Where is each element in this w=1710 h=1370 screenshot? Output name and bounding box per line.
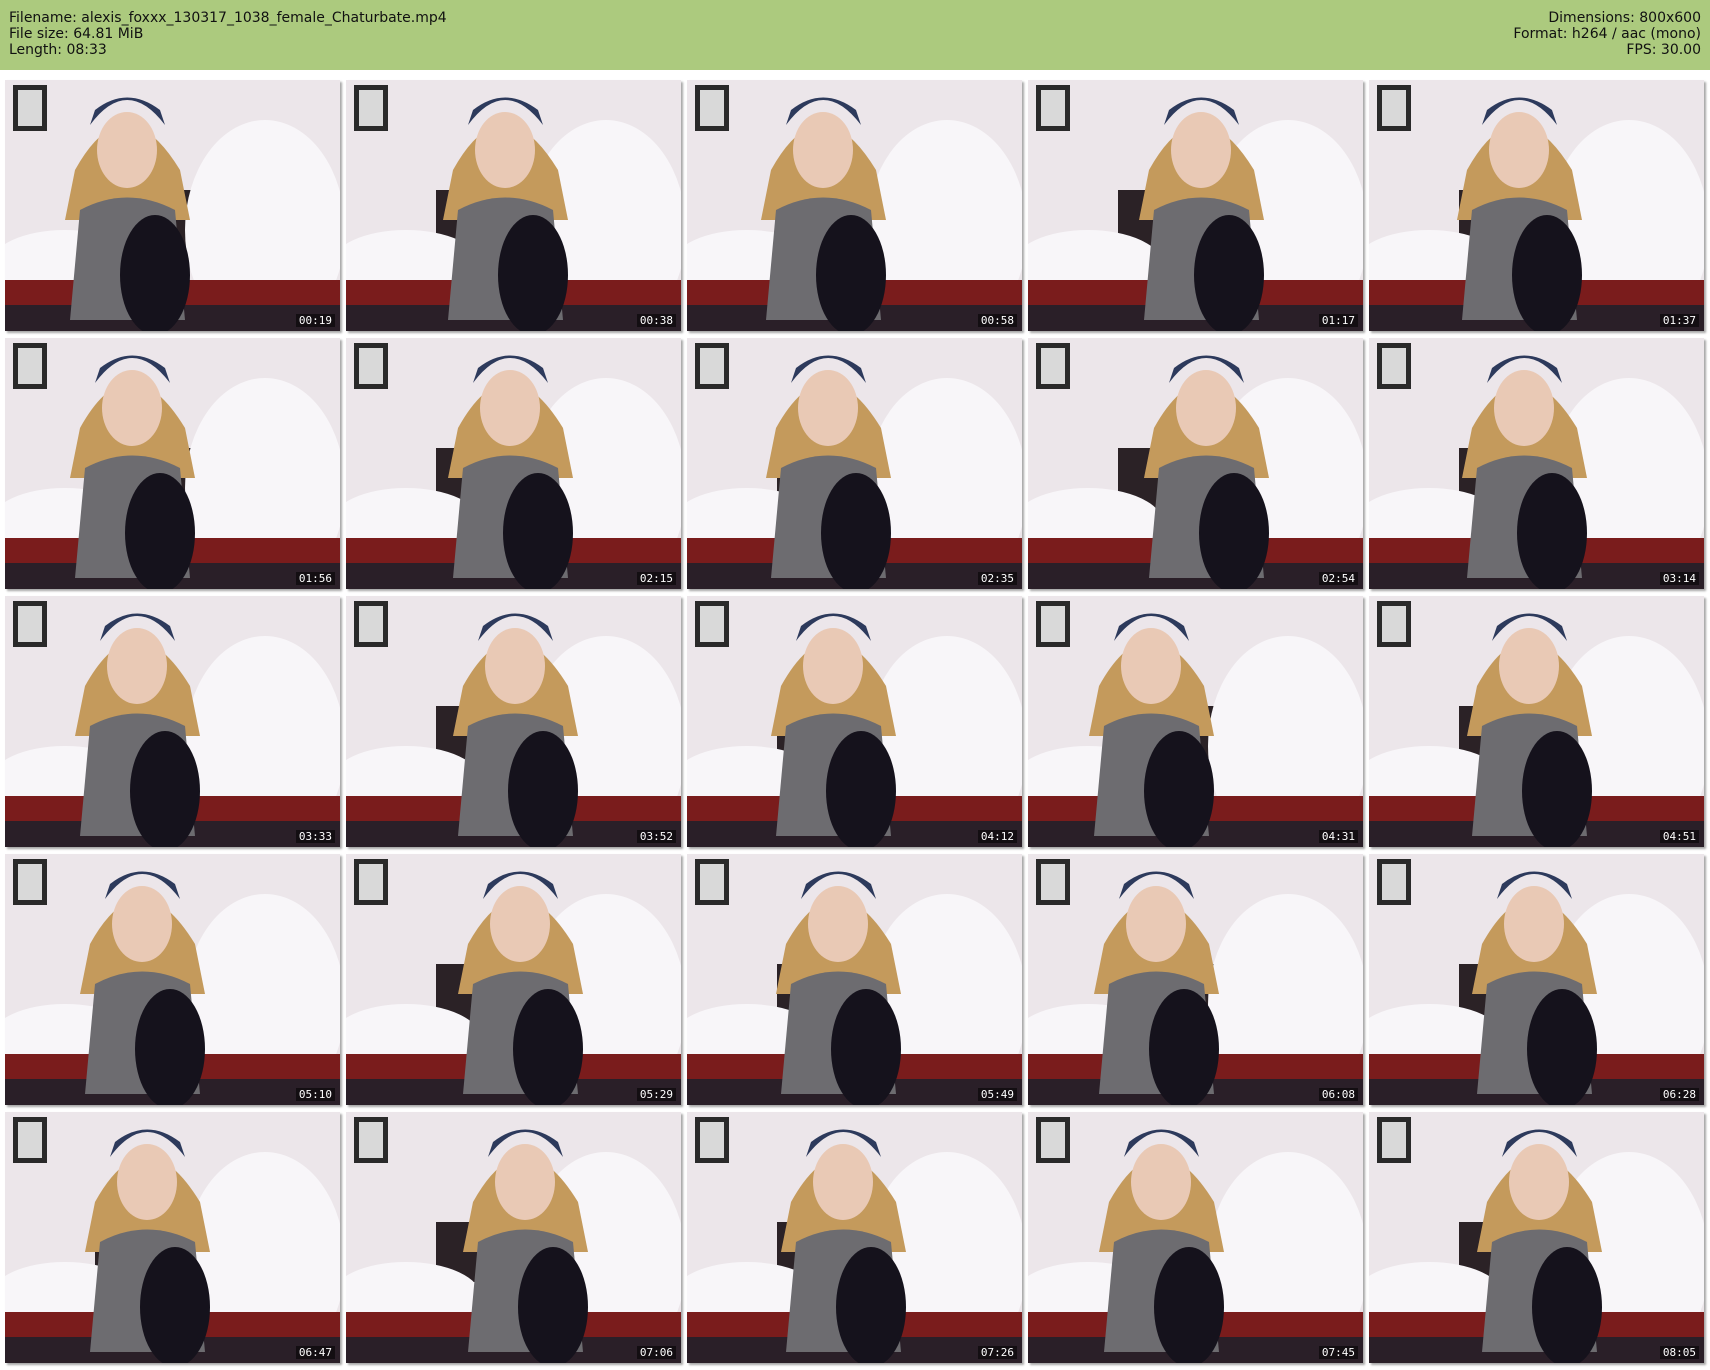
length-label: Length: 08:33: [9, 42, 107, 58]
video-thumbnail[interactable]: 07:45: [1028, 1112, 1363, 1363]
frame-image: [5, 338, 340, 589]
video-thumbnail[interactable]: 04:12: [687, 596, 1022, 847]
video-thumbnail[interactable]: 05:10: [5, 854, 340, 1105]
frame-image: [346, 854, 681, 1105]
filename-label: Filename: alexis_foxxx_130317_1038_femal…: [9, 10, 447, 26]
video-thumbnail[interactable]: 03:52: [346, 596, 681, 847]
video-thumbnail[interactable]: 08:05: [1369, 1112, 1704, 1363]
frame-image: [346, 80, 681, 331]
frame-image: [1028, 854, 1363, 1105]
timestamp-label: 01:56: [295, 572, 335, 585]
frame-image: [687, 338, 1022, 589]
video-thumbnail[interactable]: 02:54: [1028, 338, 1363, 589]
frame-image: [1369, 80, 1704, 331]
video-thumbnail[interactable]: 07:26: [687, 1112, 1022, 1363]
video-thumbnail[interactable]: 06:08: [1028, 854, 1363, 1105]
video-thumbnail[interactable]: 01:37: [1369, 80, 1704, 331]
timestamp-label: 04:31: [1318, 830, 1358, 843]
timestamp-label: 04:12: [977, 830, 1017, 843]
timestamp-label: 03:33: [295, 830, 335, 843]
dimensions-label: Dimensions: 800x600: [1548, 10, 1701, 26]
timestamp-label: 03:14: [1659, 572, 1699, 585]
timestamp-label: 06:47: [295, 1346, 335, 1359]
fps-label: FPS: 30.00: [1626, 42, 1701, 58]
video-thumbnail[interactable]: 05:49: [687, 854, 1022, 1105]
frame-image: [1369, 596, 1704, 847]
video-thumbnail[interactable]: 01:17: [1028, 80, 1363, 331]
thumbnail-grid: 00:19 00:38 00:58 01:17 01:37 01:56 02:15 02:35…: [0, 70, 1710, 1370]
frame-image: [1028, 338, 1363, 589]
video-thumbnail[interactable]: 01:56: [5, 338, 340, 589]
timestamp-label: 02:54: [1318, 572, 1358, 585]
video-thumbnail[interactable]: 00:38: [346, 80, 681, 331]
info-header: Filename: alexis_foxxx_130317_1038_femal…: [0, 0, 1710, 70]
timestamp-label: 05:29: [636, 1088, 676, 1101]
frame-image: [1028, 596, 1363, 847]
timestamp-label: 02:15: [636, 572, 676, 585]
video-thumbnail[interactable]: 02:15: [346, 338, 681, 589]
frame-image: [346, 596, 681, 847]
timestamp-label: 01:37: [1659, 314, 1699, 327]
frame-image: [1028, 1112, 1363, 1363]
format-label: Format: h264 / aac (mono): [1513, 26, 1701, 42]
frame-image: [1369, 1112, 1704, 1363]
timestamp-label: 07:45: [1318, 1346, 1358, 1359]
timestamp-label: 08:05: [1659, 1346, 1699, 1359]
video-thumbnail[interactable]: 03:33: [5, 596, 340, 847]
frame-image: [687, 854, 1022, 1105]
file-info: Filename: alexis_foxxx_130317_1038_femal…: [9, 10, 447, 58]
timestamp-label: 04:51: [1659, 830, 1699, 843]
video-thumbnail[interactable]: 07:06: [346, 1112, 681, 1363]
timestamp-label: 05:49: [977, 1088, 1017, 1101]
video-thumbnail[interactable]: 04:51: [1369, 596, 1704, 847]
frame-image: [346, 1112, 681, 1363]
timestamp-label: 00:38: [636, 314, 676, 327]
frame-image: [5, 596, 340, 847]
timestamp-label: 01:17: [1318, 314, 1358, 327]
timestamp-label: 00:58: [977, 314, 1017, 327]
frame-image: [5, 1112, 340, 1363]
frame-image: [1028, 80, 1363, 331]
timestamp-label: 00:19: [295, 314, 335, 327]
video-thumbnail[interactable]: 03:14: [1369, 338, 1704, 589]
video-thumbnail[interactable]: 00:58: [687, 80, 1022, 331]
video-thumbnail[interactable]: 02:35: [687, 338, 1022, 589]
video-thumbnail[interactable]: 06:47: [5, 1112, 340, 1363]
filesize-label: File size: 64.81 MiB: [9, 26, 144, 42]
frame-image: [346, 338, 681, 589]
timestamp-label: 06:28: [1659, 1088, 1699, 1101]
timestamp-label: 03:52: [636, 830, 676, 843]
timestamp-label: 02:35: [977, 572, 1017, 585]
frame-image: [687, 80, 1022, 331]
video-thumbnail[interactable]: 05:29: [346, 854, 681, 1105]
frame-image: [5, 854, 340, 1105]
video-thumbnail[interactable]: 04:31: [1028, 596, 1363, 847]
timestamp-label: 07:26: [977, 1346, 1017, 1359]
timestamp-label: 05:10: [295, 1088, 335, 1101]
timestamp-label: 07:06: [636, 1346, 676, 1359]
frame-image: [687, 1112, 1022, 1363]
timestamp-label: 06:08: [1318, 1088, 1358, 1101]
video-thumbnail[interactable]: 06:28: [1369, 854, 1704, 1105]
frame-image: [687, 596, 1022, 847]
video-thumbnail[interactable]: 00:19: [5, 80, 340, 331]
frame-image: [1369, 854, 1704, 1105]
frame-image: [1369, 338, 1704, 589]
media-info: Dimensions: 800x600 Format: h264 / aac (…: [1513, 10, 1701, 58]
frame-image: [5, 80, 340, 331]
